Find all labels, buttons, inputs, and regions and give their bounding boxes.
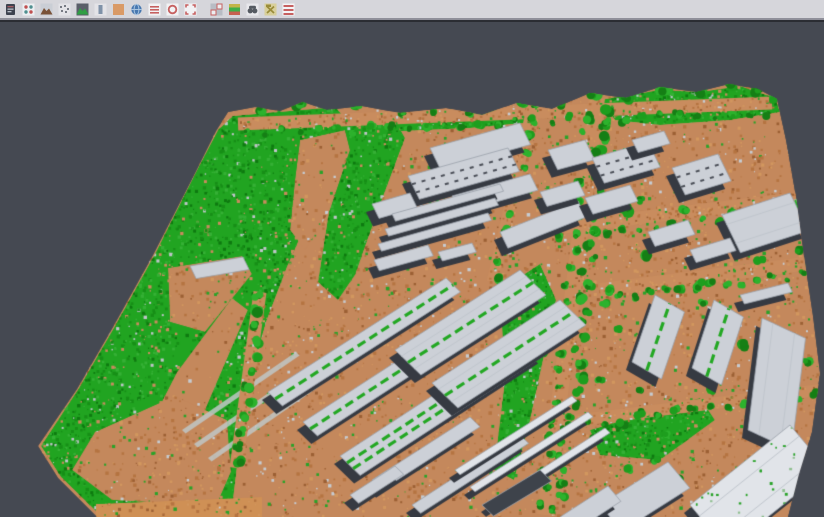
terrain-model-icon — [40, 3, 53, 16]
profile-view-button[interactable] — [92, 1, 108, 17]
measure-icon — [246, 3, 259, 16]
point-cloud-icon — [58, 3, 71, 16]
grid-overlay-button[interactable] — [208, 1, 224, 17]
profile-view-icon — [94, 3, 107, 16]
cross-section-button[interactable] — [146, 1, 162, 17]
open-file-icon — [4, 3, 17, 16]
classify-icon — [282, 3, 295, 16]
annotate-icon — [264, 3, 277, 16]
view-3d-button[interactable] — [128, 1, 144, 17]
point-classes-button[interactable] — [20, 1, 36, 17]
toolbar — [0, 0, 824, 20]
open-file-button[interactable] — [2, 1, 18, 17]
zoom-extents-icon — [184, 3, 197, 16]
terrain-model-button[interactable] — [38, 1, 54, 17]
classify-button[interactable] — [280, 1, 296, 17]
view-3d-icon — [130, 3, 143, 16]
annotate-button[interactable] — [262, 1, 278, 17]
point-cloud-button[interactable] — [56, 1, 72, 17]
surface-model-icon — [76, 3, 89, 16]
ortho-view-button[interactable] — [110, 1, 126, 17]
ortho-view-icon — [112, 3, 125, 16]
colormap-icon — [228, 3, 241, 16]
zoom-target-button[interactable] — [164, 1, 180, 17]
surface-model-button[interactable] — [74, 1, 90, 17]
grid-overlay-icon — [210, 3, 223, 16]
cross-section-icon — [148, 3, 161, 16]
point-classes-icon — [22, 3, 35, 16]
render-viewport[interactable] — [0, 22, 824, 517]
measure-button[interactable] — [244, 1, 260, 17]
colormap-button[interactable] — [226, 1, 242, 17]
zoom-target-icon — [166, 3, 179, 16]
zoom-extents-button[interactable] — [182, 1, 198, 17]
application-window — [0, 0, 824, 517]
viewport-container — [0, 22, 824, 517]
